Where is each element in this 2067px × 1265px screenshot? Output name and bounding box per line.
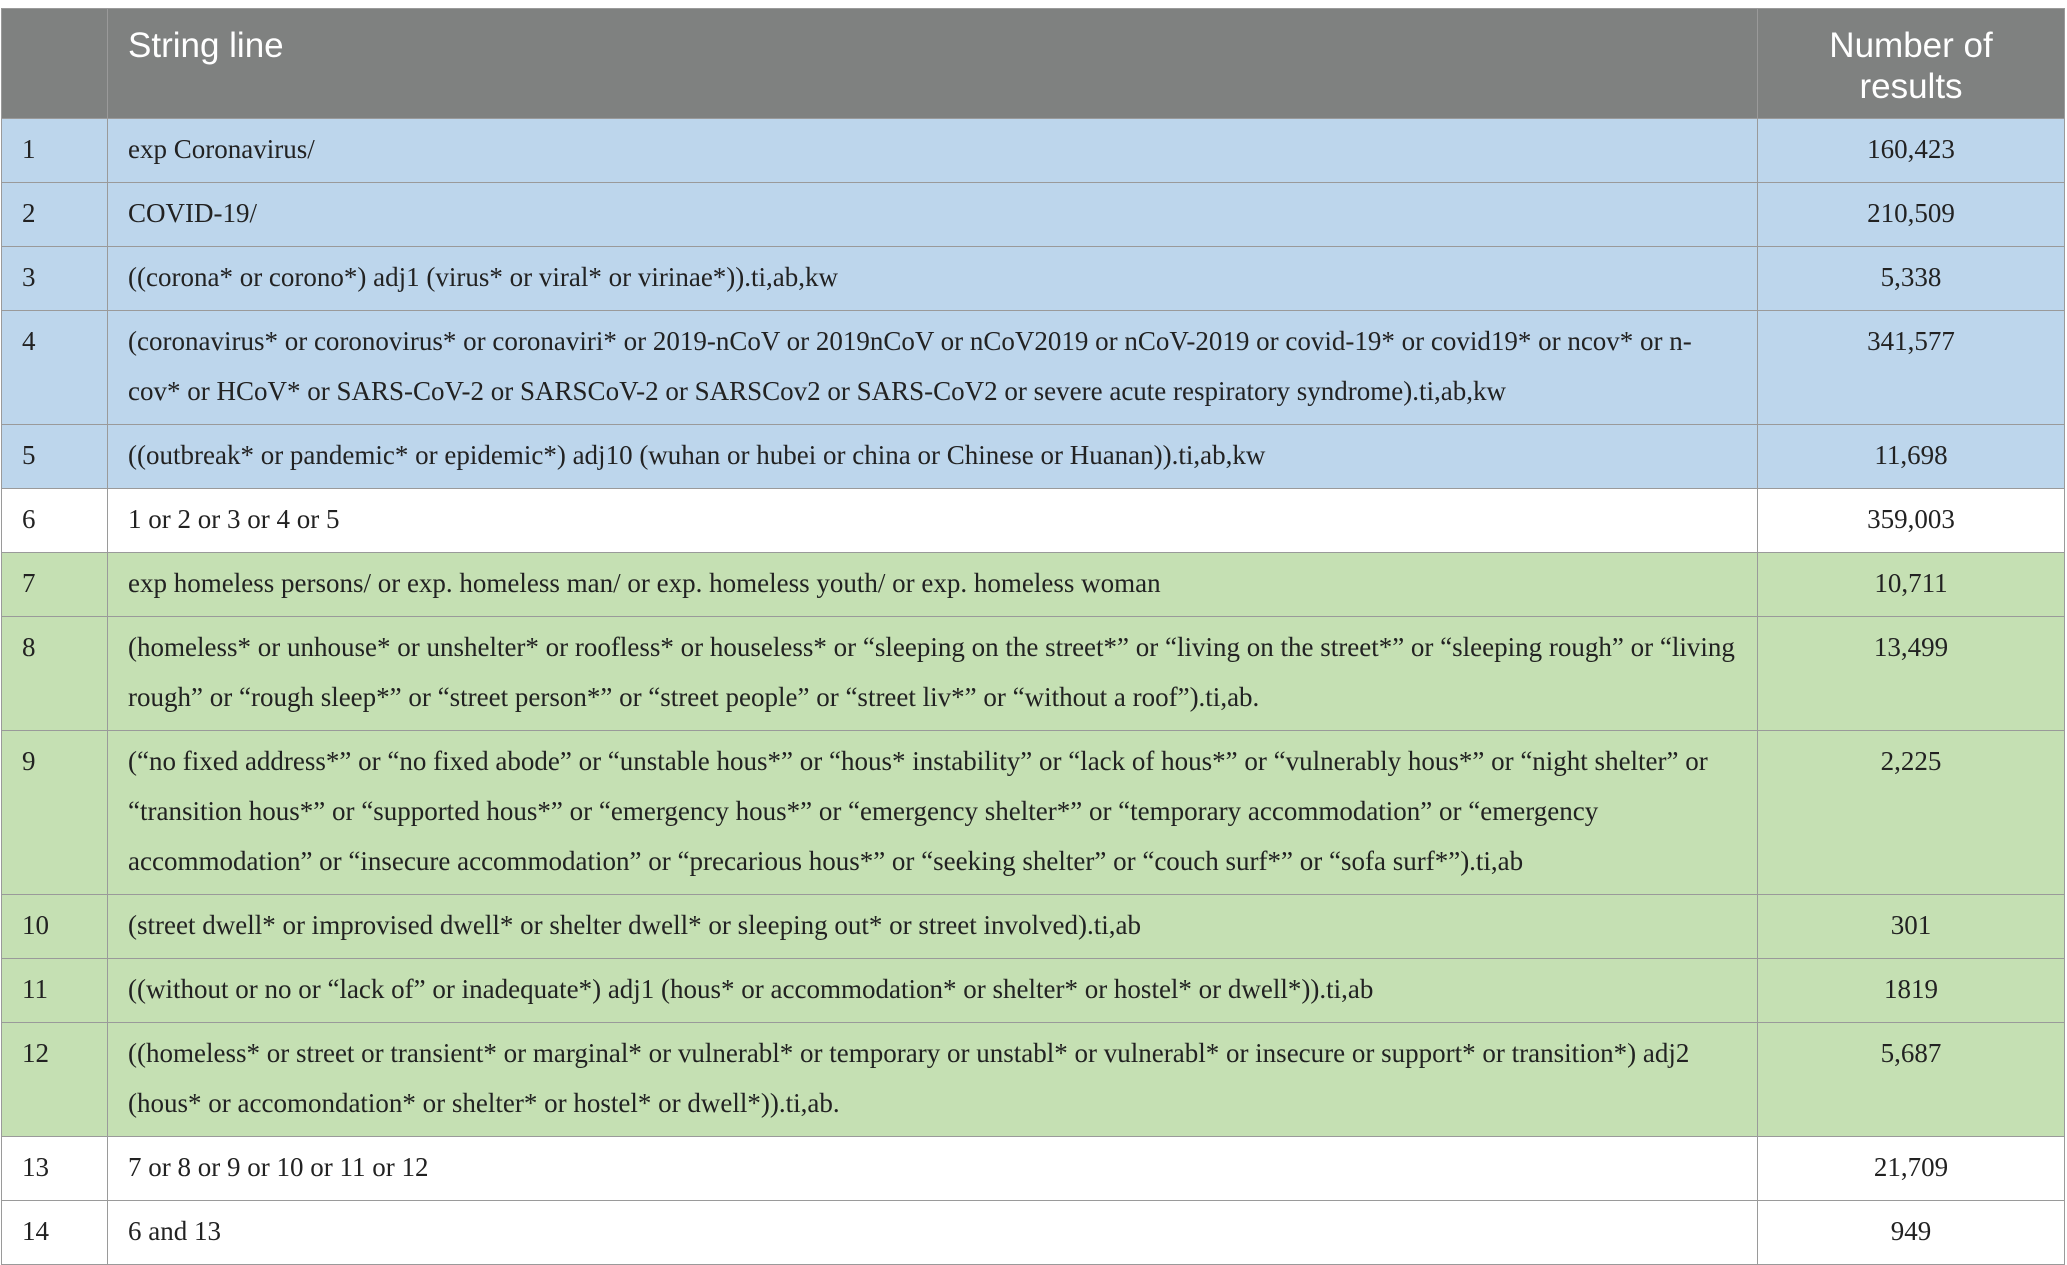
search-string: (street dwell* or improvised dwell* or s… (107, 894, 1758, 959)
table-row: 14 6 and 13 949 (1, 1200, 2065, 1265)
row-number: 9 (1, 730, 108, 895)
search-string: (homeless* or unhouse* or unshelter* or … (107, 616, 1758, 731)
row-number: 5 (1, 424, 108, 489)
table-body: 1 exp Coronavirus/160,423 2 COVID-19/210,50… (1, 118, 2065, 1265)
row-number: 4 (1, 310, 108, 425)
header-string-line: String line (107, 8, 1758, 119)
table-row: 61 or 2 or 3 or 4 or 5 359,003 (1, 488, 2065, 553)
search-string: exp Coronavirus/ (107, 118, 1758, 183)
row-number: 14 (1, 1200, 108, 1265)
row-number: 6 (1, 488, 108, 553)
table-row: 13 7 or 8 or 9 or 10 or 11 or 12 21,709 (1, 1136, 2065, 1201)
result-count: 210,509 (1757, 182, 2065, 247)
table-row: 9 (“no fixed address*” or “no fixed abode… (1, 730, 2065, 895)
header-number-of-results: Number of results (1757, 8, 2065, 119)
table-row: 10 (street dwell* or improvised dwell* or… (1, 894, 2065, 959)
row-number: 7 (1, 552, 108, 617)
table-row: 4 (coronavirus* or coronovirus* or corona… (1, 310, 2065, 425)
result-count: 10,711 (1757, 552, 2065, 617)
row-number: 13 (1, 1136, 108, 1201)
result-count: 160,423 (1757, 118, 2065, 183)
table-row: 7 exp homeless persons/ or exp. homeless … (1, 552, 2065, 617)
header-number (1, 8, 108, 119)
search-string: exp homeless persons/ or exp. homeless m… (107, 552, 1758, 617)
table-header-row: String line Number of results (1, 8, 2065, 119)
table-row: 11 ((without or no or “lack of” or inadeq… (1, 958, 2065, 1023)
search-string: (“no fixed address*” or “no fixed abode”… (107, 730, 1758, 895)
search-string: ((without or no or “lack of” or inadequa… (107, 958, 1758, 1023)
result-count: 11,698 (1757, 424, 2065, 489)
result-count: 949 (1757, 1200, 2065, 1265)
search-string: COVID-19/ (107, 182, 1758, 247)
table-row: 8 (homeless* or unhouse* or unshelter* or… (1, 616, 2065, 731)
row-number: 3 (1, 246, 108, 311)
result-count: 13,499 (1757, 616, 2065, 731)
result-count: 2,225 (1757, 730, 2065, 895)
row-number: 11 (1, 958, 108, 1023)
result-count: 21,709 (1757, 1136, 2065, 1201)
result-count: 341,577 (1757, 310, 2065, 425)
table-row: 2 COVID-19/210,509 (1, 182, 2065, 247)
search-strategy-table: String line Number of results 1 exp Coron… (1, 8, 2065, 1265)
search-string: ((outbreak* or pandemic* or epidemic*) a… (107, 424, 1758, 489)
result-count: 301 (1757, 894, 2065, 959)
search-string: 7 or 8 or 9 or 10 or 11 or 12 (107, 1136, 1758, 1201)
result-count: 5,687 (1757, 1022, 2065, 1137)
result-count: 5,338 (1757, 246, 2065, 311)
search-string: 6 and 13 (107, 1200, 1758, 1265)
search-string: ((homeless* or street or transient* or m… (107, 1022, 1758, 1137)
row-number: 10 (1, 894, 108, 959)
row-number: 8 (1, 616, 108, 731)
row-number: 2 (1, 182, 108, 247)
table-row: 1 exp Coronavirus/160,423 (1, 118, 2065, 183)
table-row: 12 ((homeless* or street or transient* or… (1, 1022, 2065, 1137)
table-row: 5 ((outbreak* or pandemic* or epidemic*) … (1, 424, 2065, 489)
search-string: (coronavirus* or coronovirus* or coronav… (107, 310, 1758, 425)
search-string: 1 or 2 or 3 or 4 or 5 (107, 488, 1758, 553)
search-string: ((corona* or corono*) adj1 (virus* or vi… (107, 246, 1758, 311)
table-row: 3 ((corona* or corono*) adj1 (virus* or v… (1, 246, 2065, 311)
row-number: 12 (1, 1022, 108, 1137)
result-count: 359,003 (1757, 488, 2065, 553)
result-count: 1819 (1757, 958, 2065, 1023)
row-number: 1 (1, 118, 108, 183)
